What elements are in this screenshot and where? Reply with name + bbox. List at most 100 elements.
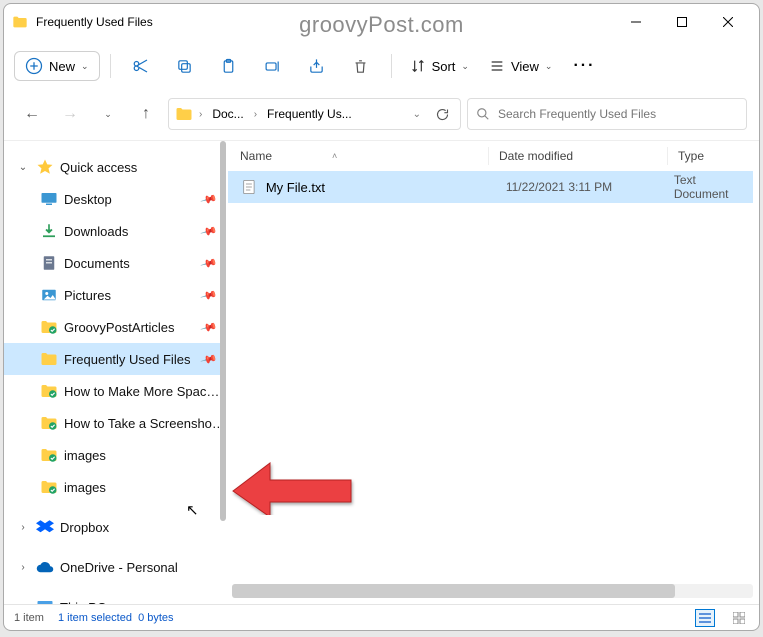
pin-icon: 📌: [200, 190, 218, 208]
breadcrumb-seg[interactable]: Frequently Us...: [263, 105, 356, 123]
date-column-header[interactable]: Date modified: [499, 149, 667, 163]
name-column-header[interactable]: Name: [240, 149, 272, 163]
folder-green-icon: [40, 382, 58, 400]
sidebar-item-images[interactable]: images: [4, 471, 226, 503]
sort-icon: [410, 58, 426, 74]
search-input[interactable]: [498, 107, 738, 121]
column-headers: Name ˄ Date modified Type: [226, 141, 759, 171]
cloud-icon: [36, 558, 54, 576]
breadcrumb-dropdown[interactable]: ⌄: [411, 109, 423, 120]
divider: [110, 54, 111, 78]
status-item-count: 1 item: [14, 612, 44, 624]
file-date: 11/22/2021 3:11 PM: [506, 180, 674, 194]
close-button[interactable]: [705, 6, 751, 38]
chevron-down-icon: ⌄: [81, 61, 89, 72]
breadcrumb-bar[interactable]: › Doc... › Frequently Us... ⌄: [168, 98, 461, 130]
forward-button[interactable]: →: [54, 98, 86, 130]
details-view-button[interactable]: [695, 609, 715, 627]
breadcrumb-seg[interactable]: Doc...: [208, 105, 247, 123]
sidebar-item-label: GroovyPostArticles: [64, 320, 202, 335]
minimize-button[interactable]: [613, 6, 659, 38]
sidebar-item-images[interactable]: images: [4, 439, 226, 471]
sidebar-item-desktop[interactable]: Desktop📌: [4, 183, 226, 215]
sidebar-item-groovypostarticles[interactable]: GroovyPostArticles📌: [4, 311, 226, 343]
window-title: Frequently Used Files: [36, 15, 153, 29]
file-list-area: Name ˄ Date modified Type My File.txt11/2…: [226, 141, 759, 604]
folder-icon: [12, 14, 28, 30]
folder-icon: [40, 350, 58, 368]
copy-button[interactable]: [165, 47, 205, 85]
sidebar-item-downloads[interactable]: Downloads📌: [4, 215, 226, 247]
file-name: My File.txt: [266, 180, 506, 195]
rename-button[interactable]: [253, 47, 293, 85]
scrollbar-thumb[interactable]: [232, 584, 675, 598]
file-type: Text Document: [674, 173, 753, 201]
divider: [391, 54, 392, 78]
sidebar-item-label: images: [64, 448, 226, 463]
chevron-right-icon[interactable]: ›: [252, 109, 259, 120]
list-icon: [489, 58, 505, 74]
sidebar-item-how-to-take-a-screenshot-on[interactable]: How to Take a Screenshot on: [4, 407, 226, 439]
expand-icon[interactable]: ›: [16, 602, 30, 605]
folder-green-icon: [40, 446, 58, 464]
rename-icon: [264, 58, 281, 75]
refresh-icon[interactable]: [435, 107, 450, 122]
search-box[interactable]: [467, 98, 747, 130]
copy-icon: [176, 58, 193, 75]
quick-access-node[interactable]: ⌄ Quick access: [4, 151, 226, 183]
tree-label: Quick access: [60, 160, 226, 175]
dropbox-node[interactable]: › Dropbox: [4, 511, 226, 543]
view-button[interactable]: View ⌄: [481, 54, 561, 78]
expand-icon[interactable]: ›: [16, 522, 30, 533]
sidebar-item-label: Pictures: [64, 288, 202, 303]
this-pc-node[interactable]: › This PC: [4, 591, 226, 604]
sidebar-item-label: How to Take a Screenshot on: [64, 416, 226, 431]
share-icon: [308, 58, 325, 75]
type-column-header[interactable]: Type: [678, 149, 759, 163]
star-icon: [36, 158, 54, 176]
desktop-icon: [40, 190, 58, 208]
view-label: View: [511, 59, 539, 74]
pin-icon: 📌: [200, 254, 218, 272]
folder-green-icon: [40, 318, 58, 336]
sidebar-item-label: Frequently Used Files: [64, 352, 202, 367]
sort-label: Sort: [432, 59, 456, 74]
sidebar-item-how-to-make-more-space-av[interactable]: How to Make More Space Av: [4, 375, 226, 407]
title-bar: Frequently Used Files: [4, 4, 759, 40]
cut-button[interactable]: [121, 47, 161, 85]
sidebar-item-documents[interactable]: Documents📌: [4, 247, 226, 279]
text-file-icon: [240, 178, 258, 196]
sidebar-item-frequently-used-files[interactable]: Frequently Used Files📌: [4, 343, 226, 375]
sidebar-item-label: Documents: [64, 256, 202, 271]
delete-button[interactable]: [341, 47, 381, 85]
share-button[interactable]: [297, 47, 337, 85]
status-bar: 1 item 1 item selected 0 bytes: [4, 604, 759, 630]
downloads-icon: [40, 222, 58, 240]
sidebar-item-label: How to Make More Space Av: [64, 384, 226, 399]
thumbnail-view-button[interactable]: [729, 609, 749, 627]
tree-label: OneDrive - Personal: [60, 560, 226, 575]
sort-button[interactable]: Sort ⌄: [402, 54, 477, 78]
sort-asc-icon: ˄: [332, 151, 337, 161]
recent-dropdown[interactable]: ⌄: [92, 98, 124, 130]
new-button[interactable]: New ⌄: [14, 51, 100, 81]
address-bar-row: ← → ⌄ ↑ › Doc... › Frequently Us... ⌄: [4, 92, 759, 136]
chevron-right-icon[interactable]: ›: [197, 109, 204, 120]
onedrive-node[interactable]: › OneDrive - Personal: [4, 551, 226, 583]
more-button[interactable]: ···: [564, 47, 604, 85]
up-button[interactable]: ↑: [130, 98, 162, 130]
sidebar-item-label: images: [64, 480, 226, 495]
search-icon: [476, 107, 490, 121]
maximize-button[interactable]: [659, 6, 705, 38]
sidebar-item-pictures[interactable]: Pictures📌: [4, 279, 226, 311]
monitor-icon: [36, 598, 54, 604]
collapse-icon[interactable]: ⌄: [16, 162, 30, 173]
folder-green-icon: [40, 478, 58, 496]
expand-icon[interactable]: ›: [16, 562, 30, 573]
horizontal-scrollbar[interactable]: [232, 584, 753, 598]
paste-button[interactable]: [209, 47, 249, 85]
divider: [488, 147, 489, 165]
new-button-label: New: [49, 59, 75, 74]
file-row[interactable]: My File.txt11/22/2021 3:11 PMText Docume…: [228, 171, 753, 203]
back-button[interactable]: ←: [16, 98, 48, 130]
